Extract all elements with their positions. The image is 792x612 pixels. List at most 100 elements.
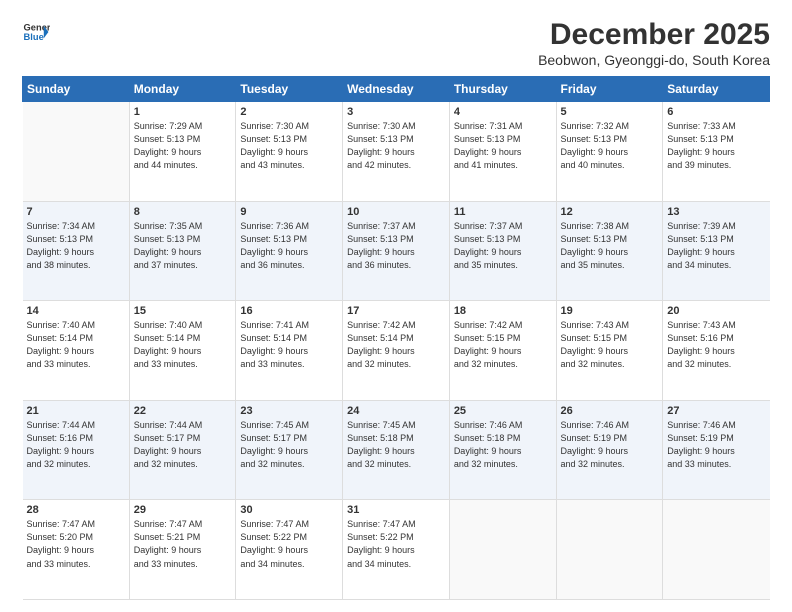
day-number: 11 xyxy=(454,206,552,218)
day-number: 1 xyxy=(134,106,232,118)
calendar-cell: 18Sunrise: 7:42 AMSunset: 5:15 PMDayligh… xyxy=(449,301,556,401)
day-number: 22 xyxy=(134,405,232,417)
calendar-cell: 27 Sunrise: 7:46 AMSunset: 5:19 PMDayligh… xyxy=(663,400,770,500)
calendar-week-row: 21 Sunrise: 7:44 AMSunset: 5:16 PMDayligh… xyxy=(23,400,770,500)
day-info: Sunrise: 7:31 AMSunset: 5:13 PMDaylight:… xyxy=(454,120,552,172)
day-number: 4 xyxy=(454,106,552,118)
day-number: 12 xyxy=(561,206,659,218)
logo: General Blue xyxy=(22,18,50,46)
calendar-cell: 12 Sunrise: 7:38 AMSunset: 5:13 PMDayligh… xyxy=(556,201,663,301)
calendar-cell: 3 Sunrise: 7:30 AMSunset: 5:13 PMDaylight… xyxy=(343,102,450,202)
calendar-cell: 6 Sunrise: 7:33 AMSunset: 5:13 PMDaylight… xyxy=(663,102,770,202)
subtitle: Beobwon, Gyeonggi-do, South Korea xyxy=(538,52,770,68)
calendar-cell: 2Sunrise: 7:30 AMSunset: 5:13 PMDaylight… xyxy=(236,102,343,202)
day-number: 28 xyxy=(27,504,125,516)
day-number: 15 xyxy=(134,305,232,317)
calendar-table: SundayMondayTuesdayWednesdayThursdayFrid… xyxy=(22,76,770,600)
calendar-cell xyxy=(556,500,663,600)
day-info: Sunrise: 7:30 AMSunset: 5:13 PMDaylight:… xyxy=(240,120,338,172)
day-number: 9 xyxy=(240,206,338,218)
day-number: 27 xyxy=(667,405,765,417)
day-info: Sunrise: 7:44 AMSunset: 5:17 PMDaylight:… xyxy=(134,419,232,471)
day-info: Sunrise: 7:38 AMSunset: 5:13 PMDaylight:… xyxy=(561,220,659,272)
calendar-week-row: 7Sunrise: 7:34 AMSunset: 5:13 PMDaylight… xyxy=(23,201,770,301)
calendar-cell: 15Sunrise: 7:40 AMSunset: 5:14 PMDayligh… xyxy=(129,301,236,401)
calendar-header-thursday: Thursday xyxy=(449,77,556,102)
calendar-cell: 28Sunrise: 7:47 AMSunset: 5:20 PMDayligh… xyxy=(23,500,130,600)
day-number: 29 xyxy=(134,504,232,516)
calendar-cell: 19Sunrise: 7:43 AMSunset: 5:15 PMDayligh… xyxy=(556,301,663,401)
day-number: 30 xyxy=(240,504,338,516)
day-number: 20 xyxy=(667,305,765,317)
day-info: Sunrise: 7:46 AMSunset: 5:18 PMDaylight:… xyxy=(454,419,552,471)
day-number: 16 xyxy=(240,305,338,317)
page: General Blue December 2025 Beobwon, Gyeo… xyxy=(0,0,792,612)
calendar-cell: 9 Sunrise: 7:36 AMSunset: 5:13 PMDaylight… xyxy=(236,201,343,301)
calendar-header-row: SundayMondayTuesdayWednesdayThursdayFrid… xyxy=(23,77,770,102)
day-number: 17 xyxy=(347,305,445,317)
calendar-header-wednesday: Wednesday xyxy=(343,77,450,102)
calendar-cell: 23Sunrise: 7:45 AMSunset: 5:17 PMDayligh… xyxy=(236,400,343,500)
calendar-cell: 26Sunrise: 7:46 AMSunset: 5:19 PMDayligh… xyxy=(556,400,663,500)
day-info: Sunrise: 7:44 AMSunset: 5:16 PMDaylight:… xyxy=(27,419,125,471)
svg-text:Blue: Blue xyxy=(24,32,44,42)
day-info: Sunrise: 7:37 AMSunset: 5:13 PMDaylight:… xyxy=(347,220,445,272)
day-info: Sunrise: 7:46 AMSunset: 5:19 PMDaylight:… xyxy=(667,419,765,471)
calendar-cell: 21 Sunrise: 7:44 AMSunset: 5:16 PMDayligh… xyxy=(23,400,130,500)
day-number: 6 xyxy=(667,106,765,118)
calendar-cell: 4 Sunrise: 7:31 AMSunset: 5:13 PMDaylight… xyxy=(449,102,556,202)
calendar-week-row: 28Sunrise: 7:47 AMSunset: 5:20 PMDayligh… xyxy=(23,500,770,600)
calendar-header-sunday: Sunday xyxy=(23,77,130,102)
day-number: 14 xyxy=(27,305,125,317)
calendar-cell: 1 Sunrise: 7:29 AMSunset: 5:13 PMDaylight… xyxy=(129,102,236,202)
day-info: Sunrise: 7:32 AMSunset: 5:13 PMDaylight:… xyxy=(561,120,659,172)
calendar-cell xyxy=(23,102,130,202)
calendar-cell: 22 Sunrise: 7:44 AMSunset: 5:17 PMDayligh… xyxy=(129,400,236,500)
day-info: Sunrise: 7:33 AMSunset: 5:13 PMDaylight:… xyxy=(667,120,765,172)
day-number: 25 xyxy=(454,405,552,417)
title-block: December 2025 Beobwon, Gyeonggi-do, Sout… xyxy=(538,18,770,68)
day-info: Sunrise: 7:46 AMSunset: 5:19 PMDaylight:… xyxy=(561,419,659,471)
day-info: Sunrise: 7:29 AMSunset: 5:13 PMDaylight:… xyxy=(134,120,232,172)
day-info: Sunrise: 7:39 AMSunset: 5:13 PMDaylight:… xyxy=(667,220,765,272)
calendar-cell: 13 Sunrise: 7:39 AMSunset: 5:13 PMDayligh… xyxy=(663,201,770,301)
day-number: 5 xyxy=(561,106,659,118)
calendar-cell: 7Sunrise: 7:34 AMSunset: 5:13 PMDaylight… xyxy=(23,201,130,301)
calendar-cell: 31 Sunrise: 7:47 AMSunset: 5:22 PMDayligh… xyxy=(343,500,450,600)
calendar-cell: 5 Sunrise: 7:32 AMSunset: 5:13 PMDaylight… xyxy=(556,102,663,202)
day-number: 23 xyxy=(240,405,338,417)
day-info: Sunrise: 7:36 AMSunset: 5:13 PMDaylight:… xyxy=(240,220,338,272)
calendar-cell: 30 Sunrise: 7:47 AMSunset: 5:22 PMDayligh… xyxy=(236,500,343,600)
calendar-week-row: 14 Sunrise: 7:40 AMSunset: 5:14 PMDayligh… xyxy=(23,301,770,401)
day-number: 21 xyxy=(27,405,125,417)
day-info: Sunrise: 7:42 AMSunset: 5:14 PMDaylight:… xyxy=(347,319,445,371)
day-number: 10 xyxy=(347,206,445,218)
calendar-cell: 10 Sunrise: 7:37 AMSunset: 5:13 PMDayligh… xyxy=(343,201,450,301)
day-info: Sunrise: 7:40 AMSunset: 5:14 PMDaylight:… xyxy=(27,319,125,371)
calendar-cell: 14 Sunrise: 7:40 AMSunset: 5:14 PMDayligh… xyxy=(23,301,130,401)
calendar-cell xyxy=(663,500,770,600)
day-info: Sunrise: 7:35 AMSunset: 5:13 PMDaylight:… xyxy=(134,220,232,272)
calendar-cell: 24Sunrise: 7:45 AMSunset: 5:18 PMDayligh… xyxy=(343,400,450,500)
day-info: Sunrise: 7:47 AMSunset: 5:21 PMDaylight:… xyxy=(134,518,232,570)
day-number: 13 xyxy=(667,206,765,218)
day-info: Sunrise: 7:47 AMSunset: 5:22 PMDaylight:… xyxy=(347,518,445,570)
calendar-cell: 11 Sunrise: 7:37 AMSunset: 5:13 PMDayligh… xyxy=(449,201,556,301)
day-number: 31 xyxy=(347,504,445,516)
calendar-week-row: 1 Sunrise: 7:29 AMSunset: 5:13 PMDaylight… xyxy=(23,102,770,202)
calendar-cell: 17 Sunrise: 7:42 AMSunset: 5:14 PMDayligh… xyxy=(343,301,450,401)
calendar-cell: 25 Sunrise: 7:46 AMSunset: 5:18 PMDayligh… xyxy=(449,400,556,500)
day-info: Sunrise: 7:43 AMSunset: 5:15 PMDaylight:… xyxy=(561,319,659,371)
main-title: December 2025 xyxy=(538,18,770,52)
calendar-cell: 29 Sunrise: 7:47 AMSunset: 5:21 PMDayligh… xyxy=(129,500,236,600)
day-info: Sunrise: 7:37 AMSunset: 5:13 PMDaylight:… xyxy=(454,220,552,272)
calendar-cell: 20 Sunrise: 7:43 AMSunset: 5:16 PMDayligh… xyxy=(663,301,770,401)
day-info: Sunrise: 7:43 AMSunset: 5:16 PMDaylight:… xyxy=(667,319,765,371)
day-info: Sunrise: 7:30 AMSunset: 5:13 PMDaylight:… xyxy=(347,120,445,172)
calendar-cell xyxy=(449,500,556,600)
day-info: Sunrise: 7:47 AMSunset: 5:22 PMDaylight:… xyxy=(240,518,338,570)
day-info: Sunrise: 7:41 AMSunset: 5:14 PMDaylight:… xyxy=(240,319,338,371)
day-number: 3 xyxy=(347,106,445,118)
day-info: Sunrise: 7:42 AMSunset: 5:15 PMDaylight:… xyxy=(454,319,552,371)
day-number: 8 xyxy=(134,206,232,218)
